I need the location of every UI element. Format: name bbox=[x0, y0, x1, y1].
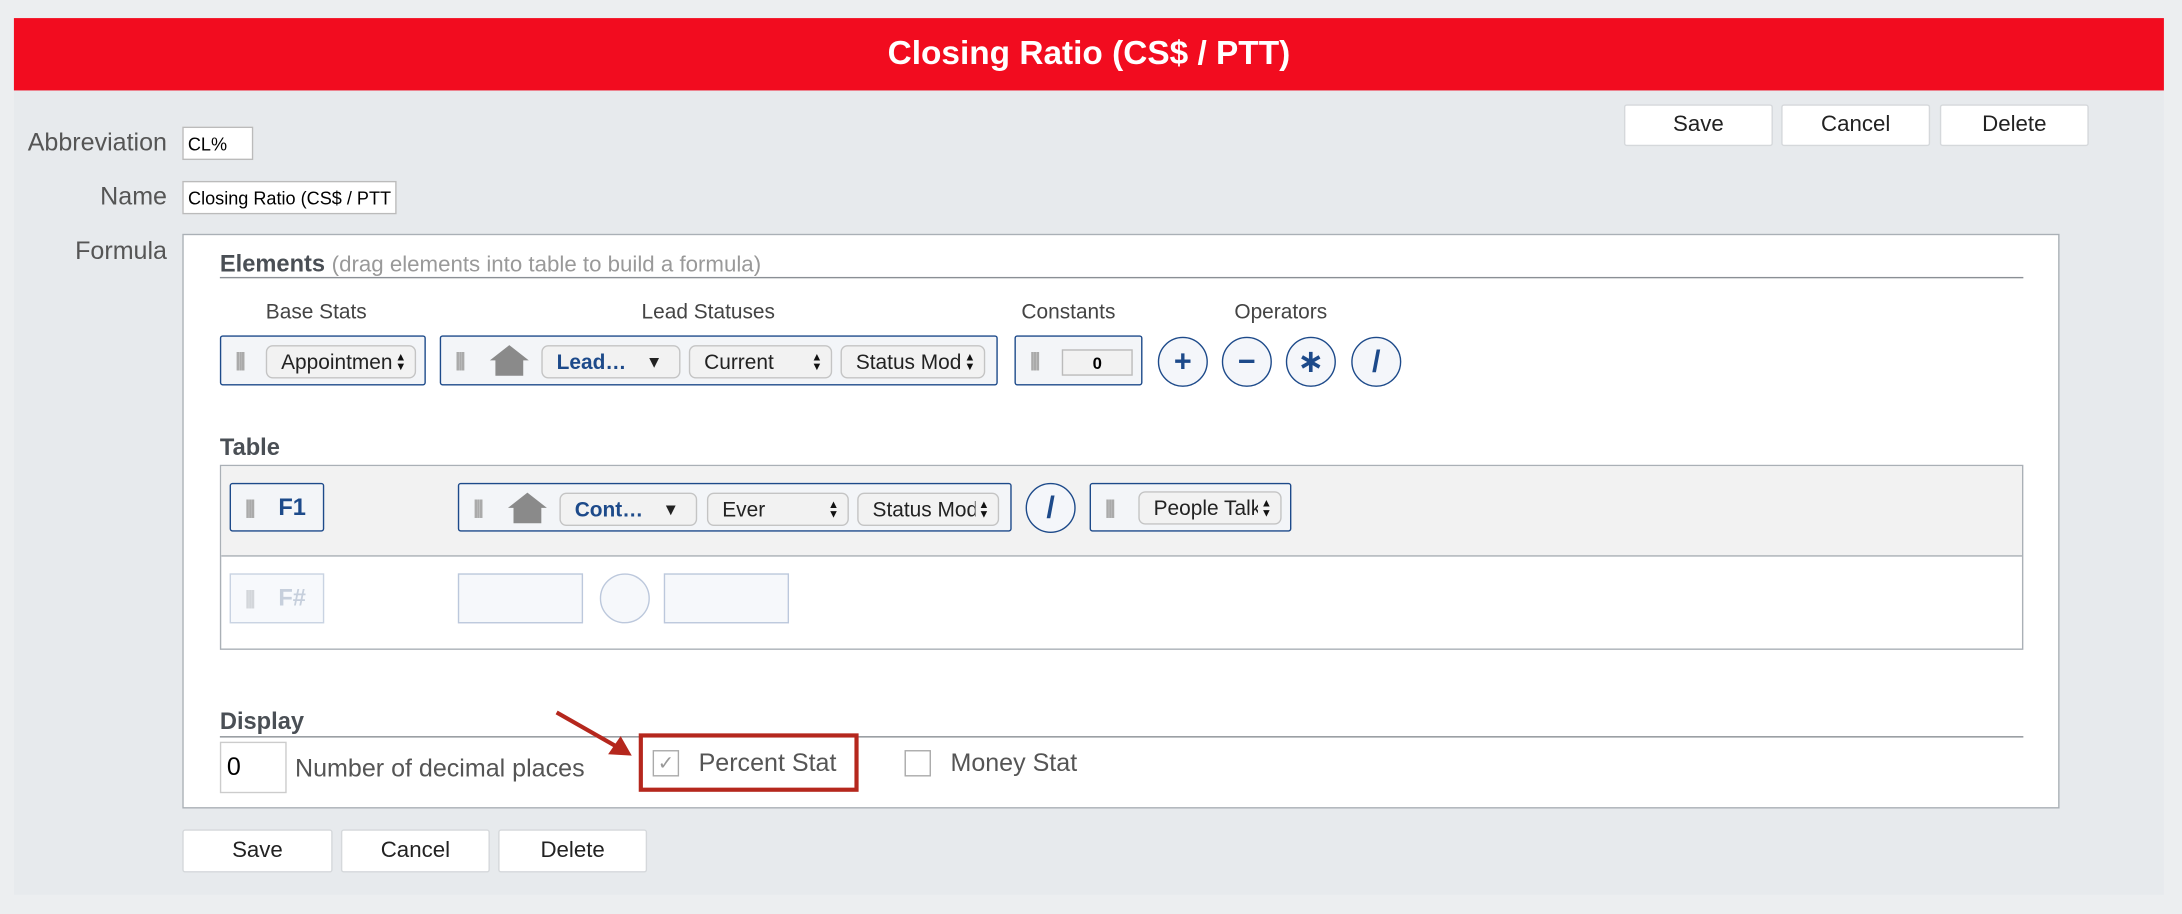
row-divide-operator[interactable]: / bbox=[1025, 482, 1076, 533]
money-stat-label: Money Stat bbox=[950, 748, 1078, 777]
check-icon: ✓ bbox=[657, 751, 675, 774]
new-row-id-label: F# bbox=[278, 584, 306, 611]
save-button-top[interactable]: Save bbox=[1623, 104, 1773, 147]
plus-operator-button[interactable]: + bbox=[1157, 336, 1208, 387]
name-input[interactable] bbox=[182, 180, 397, 215]
name-label: Name bbox=[100, 182, 167, 211]
row-stat-select[interactable]: People Talked To ▲▼ bbox=[1138, 491, 1282, 525]
display-heading: Display bbox=[219, 708, 305, 735]
row-stat-select-value: People Talked To bbox=[1153, 496, 1258, 520]
grip-icon[interactable]: ||| bbox=[455, 348, 466, 370]
minus-operator-button[interactable]: − bbox=[1221, 336, 1272, 387]
constants-label: Constants bbox=[1021, 300, 1116, 325]
row-mode-select[interactable]: Status Mode ▲▼ bbox=[857, 492, 1000, 527]
multiply-operator-button[interactable]: ∗ bbox=[1285, 336, 1336, 387]
lead-period-select-value: Current bbox=[704, 349, 774, 374]
row-lead-status-select[interactable]: Cont… ▼ bbox=[559, 492, 698, 527]
base-stat-select[interactable]: Appointments ▲▼ bbox=[265, 345, 417, 379]
left-operand-dropzone[interactable] bbox=[457, 573, 584, 624]
page-title: Closing Ratio (CS$ / PTT) bbox=[13, 18, 2164, 91]
lead-statuses-label: Lead Statuses bbox=[641, 300, 775, 325]
grip-icon[interactable]: ||| bbox=[1030, 348, 1041, 370]
elements-heading-text: Elements bbox=[219, 250, 326, 277]
money-stat-checkbox[interactable] bbox=[904, 750, 931, 777]
lead-status-chip[interactable]: ||| Lead… ▼ Current ▲ ▼ Status Mode ▲ ▼ bbox=[439, 335, 998, 386]
updown-arrows-icon: ▲ ▼ bbox=[395, 350, 407, 373]
delete-button-top[interactable]: Delete bbox=[1939, 104, 2089, 147]
lead-mode-select[interactable]: Status Mode ▲ ▼ bbox=[840, 345, 986, 379]
updown-arrows-icon: ▲ ▼ bbox=[828, 498, 840, 521]
row-lead-status-select-value: Cont… bbox=[574, 497, 644, 522]
row-period-select[interactable]: Ever ▲ ▼ bbox=[706, 492, 849, 527]
updown-arrows-icon: ▲ ▼ bbox=[964, 350, 976, 373]
abbreviation-label: Abbreviation bbox=[27, 128, 167, 156]
delete-button-bottom[interactable]: Delete bbox=[498, 829, 648, 873]
operators-label: Operators bbox=[1234, 300, 1328, 325]
base-stat-chip[interactable]: ||| Appointments ▲▼ bbox=[219, 335, 426, 386]
formula-label: Formula bbox=[75, 236, 167, 265]
house-icon bbox=[489, 345, 529, 376]
new-row-id-chip[interactable]: ||| F# bbox=[229, 573, 325, 624]
row-id-chip[interactable]: ||| F1 bbox=[229, 482, 325, 532]
elements-divider bbox=[219, 276, 2024, 279]
base-stat-select-value: Appointments bbox=[281, 349, 393, 374]
updown-arrows-icon: ▲ ▼ bbox=[1260, 496, 1272, 520]
dropdown-arrow-icon: ▼ bbox=[662, 499, 680, 520]
decimal-places-input[interactable] bbox=[219, 741, 287, 794]
grip-icon[interactable]: ||| bbox=[473, 495, 484, 517]
annotation-arrow-icon bbox=[555, 710, 632, 756]
dropdown-arrow-icon: ▼ bbox=[645, 352, 663, 372]
grip-icon[interactable]: ||| bbox=[1105, 495, 1116, 517]
operator-dropzone[interactable] bbox=[599, 573, 650, 624]
row-id-label: F1 bbox=[278, 494, 306, 521]
percent-stat-checkbox[interactable]: ✓ bbox=[652, 750, 680, 777]
grip-icon[interactable]: ||| bbox=[245, 586, 256, 608]
table-heading: Table bbox=[219, 434, 280, 461]
lead-period-select[interactable]: Current ▲ ▼ bbox=[688, 345, 833, 379]
row-lead-status-chip[interactable]: ||| Cont… ▼ Ever ▲▼ Status Mode ▲▼ bbox=[457, 482, 1012, 532]
display-divider bbox=[219, 736, 2024, 738]
cancel-button-bottom[interactable]: Cancel bbox=[340, 829, 490, 873]
abbreviation-input[interactable] bbox=[182, 126, 254, 161]
lead-status-select-value: Lead… bbox=[556, 349, 627, 374]
updown-arrows-icon: ▲ ▼ bbox=[978, 498, 990, 521]
divide-operator-button[interactable]: / bbox=[1351, 336, 1402, 387]
grip-icon[interactable]: ||| bbox=[235, 348, 246, 370]
row-period-select-value: Ever bbox=[722, 497, 766, 522]
elements-heading: Elements (drag elements into table to bu… bbox=[220, 250, 761, 278]
constant-input[interactable] bbox=[1061, 349, 1133, 376]
right-operand-dropzone[interactable] bbox=[663, 573, 790, 624]
cancel-button-top[interactable]: Cancel bbox=[1781, 104, 1931, 147]
row-mode-select-value: Status Mode bbox=[872, 497, 976, 522]
elements-hint: (drag elements into table to build a for… bbox=[331, 253, 762, 277]
percent-stat-label: Percent Stat bbox=[698, 748, 837, 777]
house-icon bbox=[507, 492, 547, 524]
grip-icon[interactable]: ||| bbox=[245, 495, 256, 517]
constant-chip[interactable]: ||| bbox=[1014, 335, 1143, 386]
updown-arrows-icon: ▲ ▼ bbox=[811, 350, 823, 373]
lead-status-select[interactable]: Lead… ▼ bbox=[541, 345, 681, 379]
row-stat-chip[interactable]: ||| People Talked To ▲▼ bbox=[1089, 482, 1292, 532]
lead-mode-select-value: Status Mode bbox=[855, 349, 962, 374]
save-button-bottom[interactable]: Save bbox=[182, 829, 333, 873]
base-stats-label: Base Stats bbox=[265, 300, 367, 325]
decimal-places-label: Number of decimal places bbox=[295, 754, 585, 783]
